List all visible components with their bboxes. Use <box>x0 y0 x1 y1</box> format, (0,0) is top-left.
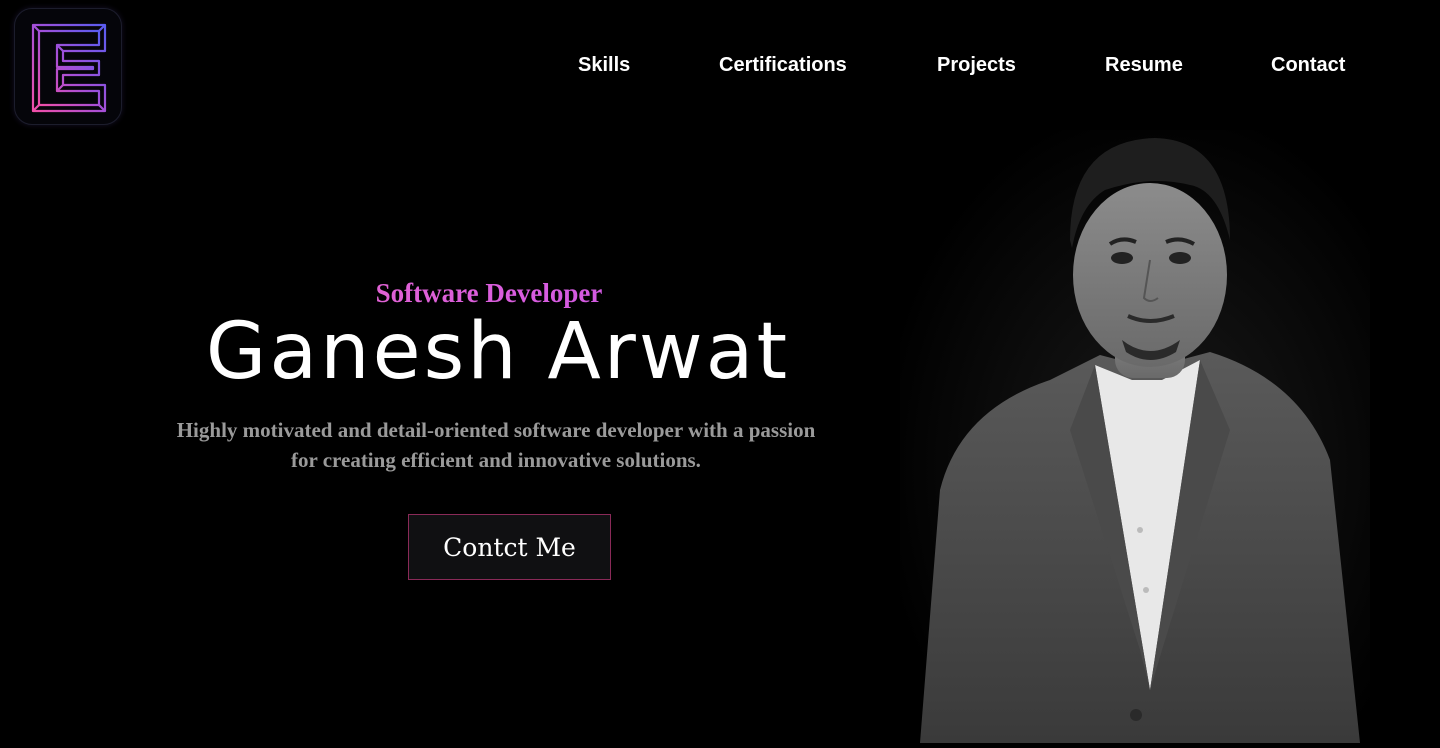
hero-description: Highly motivated and detail-oriented sof… <box>130 415 862 475</box>
description-line-1: Highly motivated and detail-oriented sof… <box>176 418 816 442</box>
person-name: Ganesh Arwat <box>205 307 791 397</box>
description-line-2: for creating efficient and innovative so… <box>291 448 701 472</box>
hero-section: Software Developer Ganesh Arwat Highly m… <box>0 0 900 743</box>
nav-contact[interactable]: Contact <box>1271 54 1345 77</box>
nav-resume[interactable]: Resume <box>1105 54 1183 77</box>
nav-projects[interactable]: Projects <box>937 54 1016 77</box>
contact-me-button[interactable]: Contct Me <box>408 514 611 580</box>
profile-photo <box>900 130 1370 743</box>
